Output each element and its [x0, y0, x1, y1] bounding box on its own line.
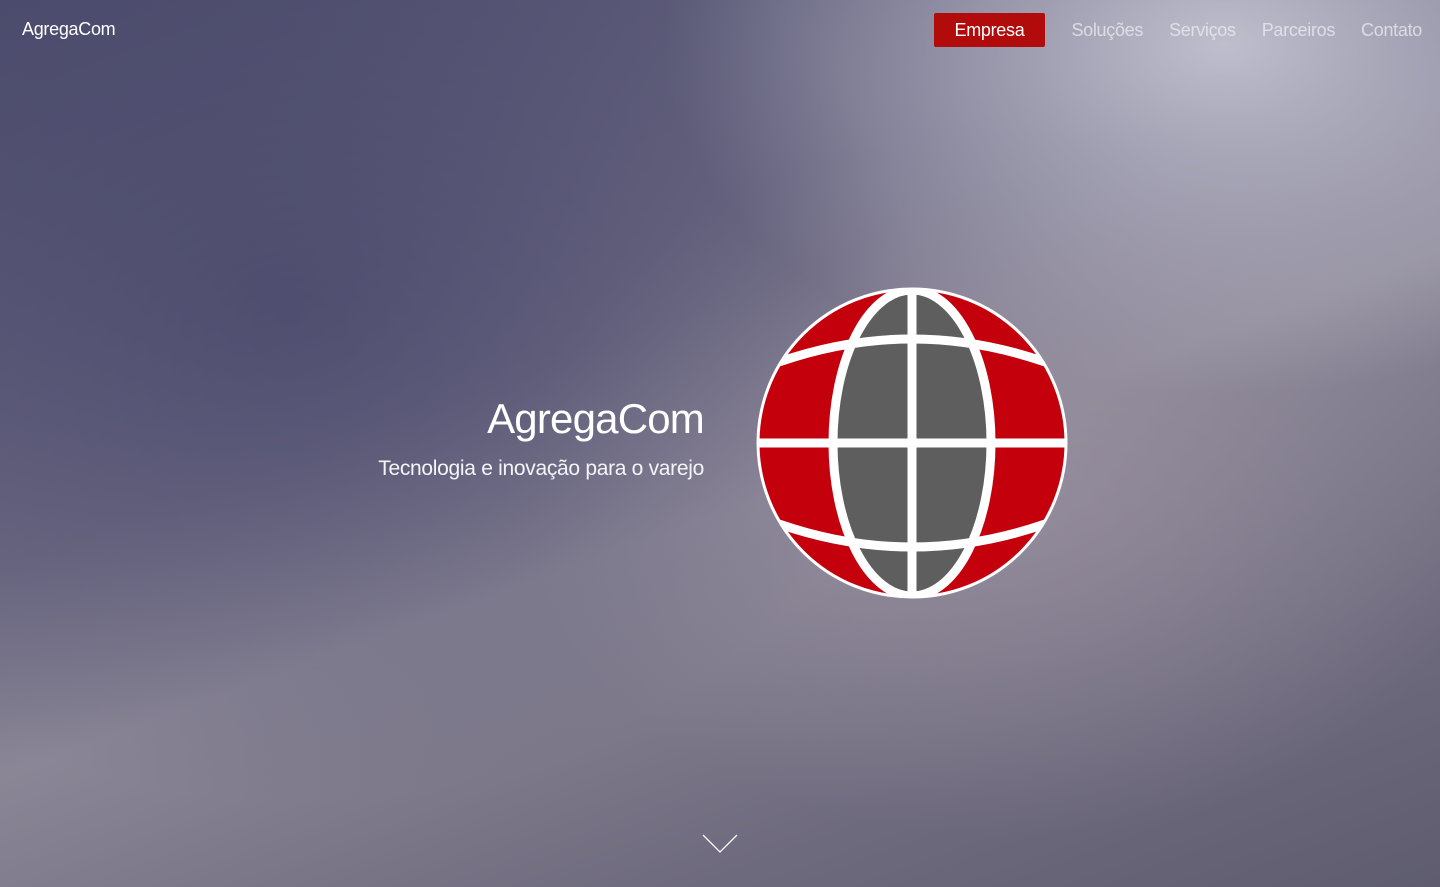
brand-link[interactable]: AgregaCom	[22, 19, 116, 40]
hero-title: AgregaCom	[487, 395, 705, 442]
globe-icon	[756, 287, 1068, 599]
nav-item-servicos[interactable]: Serviços	[1169, 13, 1236, 47]
hero-subtitle: Tecnologia e inovação para o varejo	[378, 457, 704, 480]
chevron-down-icon[interactable]	[702, 834, 738, 854]
nav-item-parceiros[interactable]: Parceiros	[1262, 13, 1336, 47]
hero-text: AgregaCom Tecnologia e inovação para o v…	[378, 392, 705, 482]
nav-item-empresa[interactable]: Empresa	[933, 13, 1046, 47]
top-navbar: AgregaCom Empresa Soluções Serviços Parc…	[0, 0, 1440, 60]
main-nav: Empresa Soluções Serviços Parceiros Cont…	[933, 13, 1422, 47]
nav-item-contato[interactable]: Contato	[1361, 13, 1422, 47]
nav-item-solucoes[interactable]: Soluções	[1071, 13, 1143, 47]
